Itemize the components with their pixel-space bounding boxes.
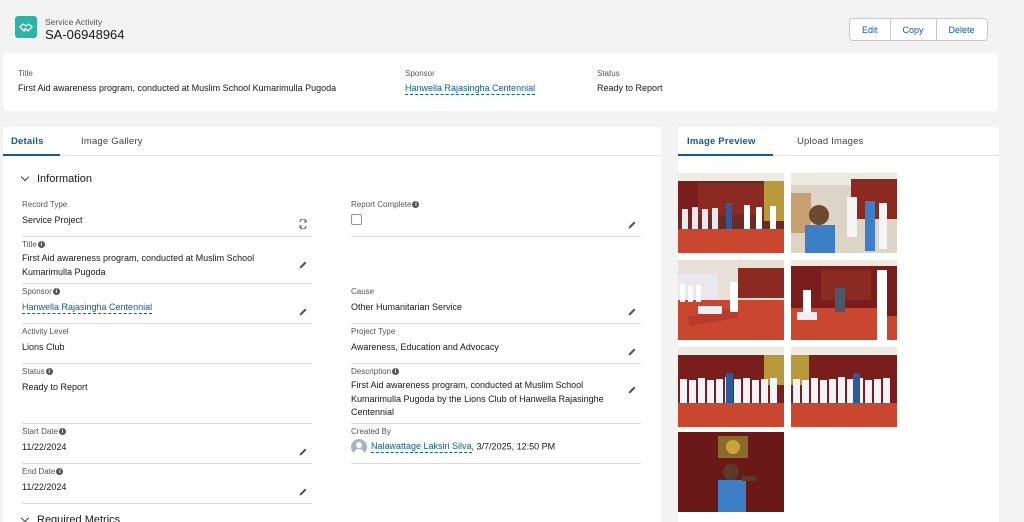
report-complete-label: Report Complete — [351, 200, 412, 209]
pencil-icon[interactable] — [627, 307, 637, 317]
start-date-value: 11/22/2024 — [22, 442, 67, 452]
field-created-by: Created By Nalawattage Laksiri Silva, 3/… — [351, 427, 641, 464]
title-label: Title — [22, 240, 37, 249]
cause-value: Other Humanitarian Service — [351, 302, 463, 312]
section-required-metrics-toggle[interactable]: Required Metrics — [20, 513, 121, 522]
field-end-date: End Date i 11/22/2024 — [22, 467, 312, 504]
delete-button[interactable]: Delete — [935, 19, 987, 40]
field-cause: Cause Other Humanitarian Service — [351, 287, 641, 324]
highlight-sponsor-label: Sponsor — [405, 69, 435, 78]
record-header: Service Activity SA-06948964 Edit Copy D… — [0, 0, 1024, 48]
project-type-label: Project Type — [351, 327, 396, 336]
pencil-icon[interactable] — [627, 220, 637, 230]
chevron-down-icon — [20, 513, 30, 522]
gallery-image[interactable] — [791, 347, 897, 427]
end-date-label: End Date — [22, 467, 56, 476]
section-required-metrics-title: Required Metrics — [37, 514, 121, 522]
copy-button[interactable]: Copy — [889, 19, 936, 40]
pencil-icon[interactable] — [298, 487, 308, 497]
info-icon[interactable]: i — [392, 368, 400, 375]
field-activity-level: Activity Level Lions Club — [22, 327, 312, 364]
tab-active-indicator — [3, 154, 60, 156]
info-icon[interactable]: i — [37, 241, 45, 248]
record-name: SA-06948964 — [45, 27, 125, 42]
gallery-image[interactable] — [678, 260, 784, 340]
image-tabs: Image Preview Upload Images — [678, 127, 999, 156]
report-complete-checkbox[interactable] — [351, 214, 362, 225]
pencil-icon[interactable] — [298, 447, 308, 457]
sponsor-link[interactable]: Hanwella Rajasingha Centennial — [22, 302, 153, 314]
field-record-type: Record Type Service Project — [22, 200, 312, 237]
action-button-group: Edit Copy Delete — [849, 18, 988, 41]
activity-level-label: Activity Level — [22, 327, 69, 336]
detail-tabs: Details Image Gallery — [3, 127, 661, 156]
change-record-type-icon[interactable] — [298, 219, 308, 229]
gallery-image[interactable] — [678, 173, 784, 253]
edit-button[interactable]: Edit — [850, 19, 890, 40]
tab-details[interactable]: Details — [11, 136, 44, 147]
gallery-image[interactable] — [678, 432, 784, 512]
info-icon[interactable]: i — [52, 288, 60, 295]
chevron-down-icon — [20, 172, 30, 182]
pencil-icon[interactable] — [627, 385, 637, 395]
tab-image-gallery[interactable]: Image Gallery — [81, 136, 143, 147]
record-type-value: Service Project — [22, 215, 83, 225]
field-project-type: Project Type Awareness, Education and Ad… — [351, 327, 641, 364]
status-label: Status — [22, 367, 45, 376]
description-value: First Aid awareness program, conducted a… — [351, 380, 604, 417]
highlight-sponsor-link[interactable]: Hanwella Rajasingha Centennial — [405, 83, 536, 95]
tab-image-preview[interactable]: Image Preview — [687, 136, 756, 147]
pencil-icon[interactable] — [627, 347, 637, 357]
field-sponsor: Sponsor i Hanwella Rajasingha Centennial — [22, 287, 312, 324]
sponsor-label: Sponsor — [22, 287, 52, 296]
activity-level-value: Lions Club — [22, 342, 65, 352]
created-by-user-link[interactable]: Nalawattage Laksiri Silva — [371, 441, 472, 454]
pencil-icon[interactable] — [298, 260, 308, 270]
section-information-toggle[interactable]: Information — [20, 172, 93, 185]
tab-upload-images[interactable]: Upload Images — [797, 136, 864, 147]
section-information-title: Information — [37, 173, 93, 185]
description-label: Description — [351, 367, 392, 376]
object-type-label: Service Activity — [45, 17, 103, 27]
field-title: Title i First Aid awareness program, cond… — [22, 240, 312, 284]
cause-label: Cause — [351, 287, 375, 296]
title-value: First Aid awareness program, conducted a… — [22, 253, 255, 277]
field-status: Status i Ready to Report — [22, 367, 312, 424]
record-type-label: Record Type — [22, 200, 68, 209]
info-icon[interactable]: i — [56, 468, 64, 475]
field-description: Description i First Aid awareness program… — [351, 367, 641, 424]
gallery-image[interactable] — [678, 347, 784, 427]
info-icon[interactable]: i — [59, 428, 67, 435]
highlight-status-value: Ready to Report — [597, 83, 663, 93]
status-value: Ready to Report — [22, 382, 88, 392]
created-by-label: Created By — [351, 427, 392, 436]
service-activity-icon — [15, 16, 37, 38]
image-preview-card: Image Preview Upload Images — [678, 127, 999, 522]
highlight-status-label: Status — [597, 69, 620, 78]
highlight-status: Status Ready to Report — [597, 69, 663, 93]
end-date-value: 11/22/2024 — [22, 482, 67, 492]
details-card: Details Image Gallery Information Record… — [3, 127, 661, 522]
start-date-label: Start Date — [22, 427, 59, 436]
gallery-image[interactable] — [791, 260, 897, 340]
created-by-datetime: , 3/7/2025, 12:50 PM — [471, 441, 556, 452]
user-avatar — [351, 439, 367, 455]
field-report-complete: Report Complete i — [351, 200, 641, 237]
pencil-icon[interactable] — [298, 307, 308, 317]
info-icon[interactable]: i — [412, 201, 420, 208]
info-icon[interactable]: i — [45, 368, 53, 375]
field-start-date: Start Date i 11/22/2024 — [22, 427, 312, 464]
tab-active-indicator — [678, 154, 773, 156]
highlight-sponsor: Sponsor Hanwella Rajasingha Centennial — [405, 69, 536, 95]
gallery-image[interactable] — [791, 173, 897, 253]
highlights-panel: Title First Aid awareness program, condu… — [3, 53, 998, 111]
highlight-title-label: Title — [18, 69, 33, 78]
highlight-title: Title First Aid awareness program, condu… — [18, 69, 336, 93]
highlight-title-value: First Aid awareness program, conducted a… — [18, 83, 337, 93]
project-type-value: Awareness, Education and Advocacy — [351, 342, 499, 352]
